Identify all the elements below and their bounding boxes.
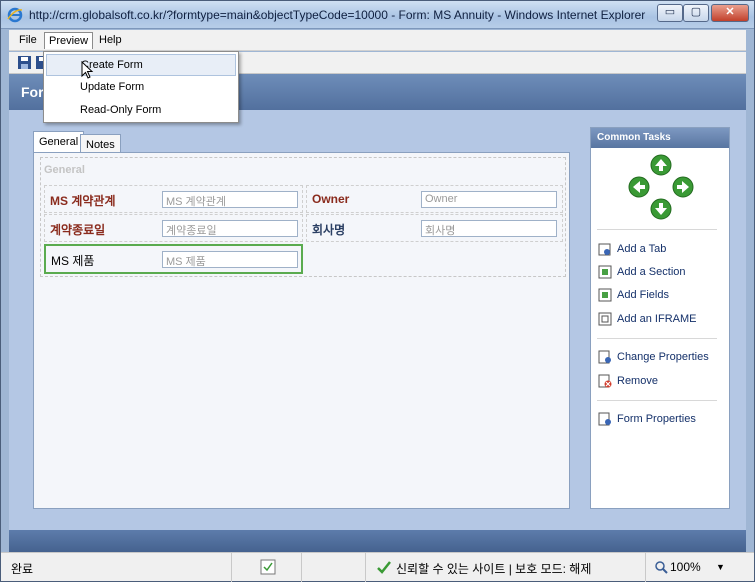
tab-general[interactable]: General	[33, 131, 85, 153]
remove-icon	[598, 374, 612, 388]
status-bar: 완료 신뢰할 수 있는 사이트 | 보호 모드: 해제 100% ▼	[1, 552, 754, 582]
arrow-down-icon[interactable]	[650, 198, 672, 220]
add-iframe-icon	[598, 312, 612, 326]
field-label: MS 제품	[51, 254, 95, 268]
contract-end-date-input[interactable]: 계약종료일	[162, 220, 298, 237]
task-change-properties[interactable]: Change Properties	[598, 350, 709, 364]
form-header-title: For	[21, 84, 44, 100]
task-label: Form Properties	[617, 412, 696, 425]
field-ms-contract[interactable]: MS 계약관계 MS 계약관계	[44, 185, 303, 213]
task-form-properties[interactable]: Form Properties	[598, 412, 696, 426]
field-label: 계약종료일	[50, 223, 106, 237]
field-label: 회사명	[312, 223, 346, 237]
form-properties-icon	[598, 412, 611, 426]
divider	[597, 400, 717, 401]
task-label: Add a Tab	[617, 242, 667, 255]
footer-band	[9, 530, 746, 552]
security-zone-text: 신뢰할 수 있는 사이트 | 보호 모드: 해제	[396, 562, 592, 576]
browser-window: http://crm.globalsoft.co.kr/?formtype=ma…	[0, 0, 755, 582]
menu-item-read-only-form[interactable]: Read-Only Form	[46, 100, 236, 122]
task-add-section[interactable]: Add a Section	[598, 265, 686, 279]
divider	[597, 229, 717, 230]
add-fields-icon	[598, 288, 612, 302]
task-add-fields[interactable]: Add Fields	[598, 288, 669, 302]
save-icon[interactable]	[17, 55, 32, 70]
form-editor-area: General Notes General MS 계약관계 MS 계약관계 Ow…	[9, 110, 746, 530]
common-tasks-panel: Common Tasks Add a Tab Add a Section Add…	[590, 127, 730, 509]
owner-input[interactable]: Owner	[421, 191, 557, 208]
minimize-button[interactable]: ▭	[657, 4, 683, 22]
preview-menu-dropdown: Create Form Update Form Read-Only Form	[43, 51, 239, 123]
add-section-icon	[598, 265, 612, 279]
menu-item-update-form[interactable]: Update Form	[46, 77, 236, 99]
zoom-icon	[655, 561, 668, 574]
move-arrows	[621, 152, 701, 222]
field-ms-product[interactable]: MS 제품 MS 제품	[44, 244, 303, 274]
task-remove[interactable]: Remove	[598, 374, 658, 388]
chevron-down-icon[interactable]: ▼	[716, 562, 725, 572]
task-label: Remove	[617, 374, 658, 387]
general-section[interactable]: General MS 계약관계 MS 계약관계 Owner Owner 계약종료…	[40, 157, 566, 277]
close-button[interactable]: ✕	[711, 4, 749, 22]
task-label: Change Properties	[617, 350, 709, 363]
internet-explorer-icon	[7, 7, 23, 23]
page-status-icon[interactable]	[260, 559, 276, 575]
company-name-input[interactable]: 회사명	[421, 220, 557, 237]
menu-item-create-form[interactable]: Create Form	[46, 54, 236, 76]
maximize-button[interactable]: ▢	[683, 4, 709, 22]
ms-product-input[interactable]: MS 제품	[162, 251, 298, 268]
change-properties-icon	[598, 350, 611, 364]
tab-notes[interactable]: Notes	[80, 134, 121, 153]
checkmark-icon	[377, 561, 391, 574]
form-tab-panel: General MS 계약관계 MS 계약관계 Owner Owner 계약종료…	[33, 152, 570, 509]
divider	[597, 338, 717, 339]
ms-contract-input[interactable]: MS 계약관계	[162, 191, 298, 208]
arrow-up-icon[interactable]	[650, 154, 672, 176]
zoom-level: 100%	[670, 560, 701, 574]
task-add-iframe[interactable]: Add an IFRAME	[598, 312, 696, 326]
status-text: 완료	[11, 562, 34, 576]
task-label: Add a Section	[617, 265, 686, 278]
task-add-tab[interactable]: Add a Tab	[598, 242, 666, 256]
security-zone[interactable]: 신뢰할 수 있는 사이트 | 보호 모드: 해제	[365, 553, 645, 582]
title-bar: http://crm.globalsoft.co.kr/?formtype=ma…	[1, 1, 754, 29]
status-segment	[231, 553, 301, 582]
task-label: Add an IFRAME	[617, 312, 697, 325]
task-label: Add Fields	[617, 288, 669, 301]
zoom-control[interactable]: 100% ▼	[645, 553, 754, 582]
field-owner[interactable]: Owner Owner	[306, 185, 563, 213]
common-tasks-title: Common Tasks	[591, 128, 729, 148]
menu-bar: File Preview Help	[9, 30, 746, 51]
field-label: MS 계약관계	[50, 194, 116, 208]
menu-help[interactable]: Help	[95, 32, 126, 49]
arrow-left-icon[interactable]	[628, 176, 650, 198]
field-company-name[interactable]: 회사명 회사명	[306, 214, 563, 242]
field-contract-end-date[interactable]: 계약종료일 계약종료일	[44, 214, 303, 242]
add-tab-icon	[598, 243, 611, 256]
mouse-cursor-icon	[81, 61, 94, 79]
section-label: General	[44, 164, 85, 176]
arrow-right-icon[interactable]	[672, 176, 694, 198]
menu-preview[interactable]: Preview	[44, 32, 94, 49]
menu-file[interactable]: File	[15, 32, 41, 49]
field-label: Owner	[312, 192, 350, 206]
status-segment	[301, 553, 365, 582]
window-title: http://crm.globalsoft.co.kr/?formtype=ma…	[29, 8, 646, 22]
